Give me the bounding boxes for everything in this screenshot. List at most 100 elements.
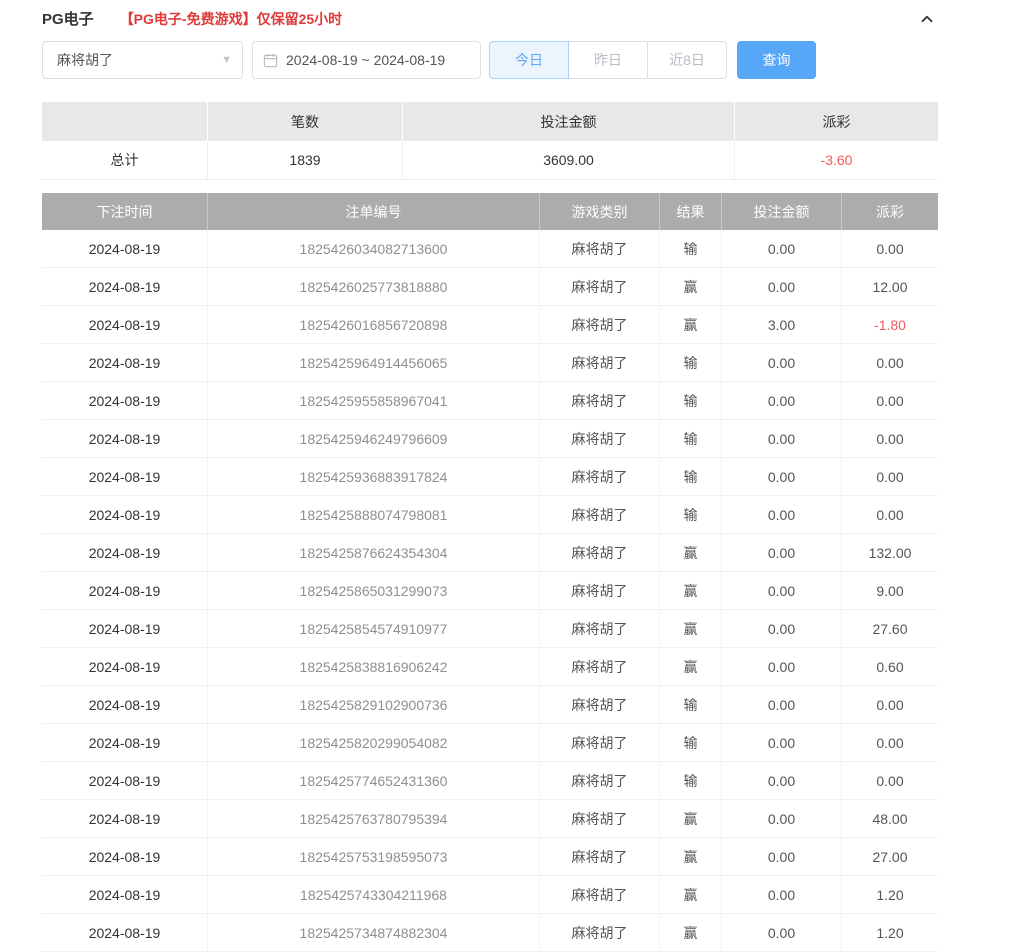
table-cell: 0.00 bbox=[722, 876, 842, 913]
today-button[interactable]: 今日 bbox=[489, 41, 569, 79]
table-cell: 0.00 bbox=[722, 572, 842, 609]
table-cell: 输 bbox=[660, 686, 722, 723]
table-cell: 输 bbox=[660, 762, 722, 799]
table-cell: 赢 bbox=[660, 610, 722, 647]
table-row: 2024-08-191825425964914456065麻将胡了输0.000.… bbox=[42, 344, 938, 382]
summary-total-bet-amount: 3609.00 bbox=[403, 141, 735, 179]
table-cell: 0.00 bbox=[722, 800, 842, 837]
table-cell: 输 bbox=[660, 344, 722, 381]
table-cell: 赢 bbox=[660, 306, 722, 343]
table-cell: 输 bbox=[660, 382, 722, 419]
table-cell: 输 bbox=[660, 458, 722, 495]
table-cell: 0.00 bbox=[842, 458, 938, 495]
last-8-days-button[interactable]: 近8日 bbox=[647, 41, 727, 79]
table-cell: 1825425955858967041 bbox=[208, 382, 540, 419]
table-cell: 0.00 bbox=[722, 382, 842, 419]
table-cell: 0.00 bbox=[722, 420, 842, 457]
table-row: 2024-08-191825425888074798081麻将胡了输0.000.… bbox=[42, 496, 938, 534]
table-cell: 赢 bbox=[660, 800, 722, 837]
table-cell: 1825426034082713600 bbox=[208, 230, 540, 267]
table-cell: 2024-08-19 bbox=[42, 648, 208, 685]
table-cell: 2024-08-19 bbox=[42, 496, 208, 533]
table-cell: 132.00 bbox=[842, 534, 938, 571]
table-cell: 2024-08-19 bbox=[42, 800, 208, 837]
table-cell: 1825425888074798081 bbox=[208, 496, 540, 533]
table-cell: 麻将胡了 bbox=[540, 686, 660, 723]
table-cell: 0.00 bbox=[722, 344, 842, 381]
column-header: 游戏类别 bbox=[540, 193, 660, 230]
table-cell: 麻将胡了 bbox=[540, 306, 660, 343]
summary-table: 笔数 投注金额 派彩 总计 1839 3609.00 -3.60 bbox=[42, 102, 938, 180]
table-cell: 麻将胡了 bbox=[540, 800, 660, 837]
game-select[interactable]: 麻将胡了 ▼ bbox=[42, 41, 243, 79]
table-row: 2024-08-191825425838816906242麻将胡了赢0.000.… bbox=[42, 648, 938, 686]
calendar-icon bbox=[263, 53, 278, 68]
bet-table: 下注时间注单编号游戏类别结果投注金额派彩 2024-08-19182542603… bbox=[42, 193, 938, 952]
table-cell: 0.00 bbox=[722, 838, 842, 875]
table-cell: 麻将胡了 bbox=[540, 420, 660, 457]
chevron-down-icon: ▼ bbox=[221, 54, 232, 66]
bet-table-body: 2024-08-191825426034082713600麻将胡了输0.000.… bbox=[42, 230, 938, 952]
summary-total-label: 总计 bbox=[42, 141, 208, 179]
table-cell: 输 bbox=[660, 420, 722, 457]
table-cell: 2024-08-19 bbox=[42, 610, 208, 647]
collapse-button[interactable] bbox=[918, 10, 936, 28]
table-cell: 麻将胡了 bbox=[540, 230, 660, 267]
table-cell: 1825426025773818880 bbox=[208, 268, 540, 305]
date-range-input[interactable]: 2024-08-19 ~ 2024-08-19 bbox=[252, 41, 481, 79]
table-cell: 2024-08-19 bbox=[42, 534, 208, 571]
bet-table-header: 下注时间注单编号游戏类别结果投注金额派彩 bbox=[42, 193, 938, 230]
table-cell: 0.00 bbox=[842, 496, 938, 533]
table-cell: -1.80 bbox=[842, 306, 938, 343]
date-range-value: 2024-08-19 ~ 2024-08-19 bbox=[286, 52, 445, 68]
search-button[interactable]: 查询 bbox=[737, 41, 816, 79]
summary-header-row: 笔数 投注金额 派彩 bbox=[42, 102, 938, 141]
pg-records-panel: PG电子 【PG电子-免费游戏】仅保留25小时 麻将胡了 ▼ 2024-08-1… bbox=[0, 0, 938, 952]
table-cell: 1.20 bbox=[842, 876, 938, 913]
table-cell: 赢 bbox=[660, 648, 722, 685]
table-cell: 麻将胡了 bbox=[540, 534, 660, 571]
table-cell: 麻将胡了 bbox=[540, 572, 660, 609]
table-cell: 48.00 bbox=[842, 800, 938, 837]
table-cell: 1825425743304211968 bbox=[208, 876, 540, 913]
table-cell: 0.00 bbox=[722, 268, 842, 305]
table-cell: 麻将胡了 bbox=[540, 496, 660, 533]
table-cell: 1825426016856720898 bbox=[208, 306, 540, 343]
table-cell: 0.00 bbox=[722, 762, 842, 799]
table-cell: 1825425936883917824 bbox=[208, 458, 540, 495]
table-cell: 麻将胡了 bbox=[540, 838, 660, 875]
table-cell: 2024-08-19 bbox=[42, 572, 208, 609]
table-cell: 输 bbox=[660, 724, 722, 761]
table-row: 2024-08-191825426034082713600麻将胡了输0.000.… bbox=[42, 230, 938, 268]
yesterday-button[interactable]: 昨日 bbox=[568, 41, 648, 79]
table-row: 2024-08-191825425820299054082麻将胡了输0.000.… bbox=[42, 724, 938, 762]
summary-total-count: 1839 bbox=[208, 141, 403, 179]
table-cell: 3.00 bbox=[722, 306, 842, 343]
table-row: 2024-08-191825425829102900736麻将胡了输0.000.… bbox=[42, 686, 938, 724]
table-cell: 麻将胡了 bbox=[540, 268, 660, 305]
table-cell: 0.00 bbox=[842, 686, 938, 723]
table-cell: 2024-08-19 bbox=[42, 458, 208, 495]
summary-header-count: 笔数 bbox=[208, 102, 403, 141]
table-cell: 1825425964914456065 bbox=[208, 344, 540, 381]
chevron-up-icon bbox=[918, 10, 936, 28]
table-row: 2024-08-191825426016856720898麻将胡了赢3.00-1… bbox=[42, 306, 938, 344]
table-cell: 麻将胡了 bbox=[540, 344, 660, 381]
table-cell: 2024-08-19 bbox=[42, 838, 208, 875]
table-cell: 1825425763780795394 bbox=[208, 800, 540, 837]
table-cell: 2024-08-19 bbox=[42, 344, 208, 381]
table-cell: 2024-08-19 bbox=[42, 306, 208, 343]
table-cell: 9.00 bbox=[842, 572, 938, 609]
table-row: 2024-08-191825425946249796609麻将胡了输0.000.… bbox=[42, 420, 938, 458]
column-header: 派彩 bbox=[842, 193, 938, 230]
table-cell: 0.00 bbox=[842, 382, 938, 419]
table-cell: 1825425946249796609 bbox=[208, 420, 540, 457]
quick-range-group: 今日 昨日 近8日 bbox=[489, 41, 727, 79]
table-row: 2024-08-191825425936883917824麻将胡了输0.000.… bbox=[42, 458, 938, 496]
table-cell: 0.00 bbox=[722, 458, 842, 495]
summary-header-payout: 派彩 bbox=[735, 102, 938, 141]
summary-total-payout: -3.60 bbox=[735, 141, 938, 179]
table-row: 2024-08-191825425865031299073麻将胡了赢0.009.… bbox=[42, 572, 938, 610]
table-cell: 27.60 bbox=[842, 610, 938, 647]
table-row: 2024-08-191825425734874882304麻将胡了赢0.001.… bbox=[42, 914, 938, 952]
